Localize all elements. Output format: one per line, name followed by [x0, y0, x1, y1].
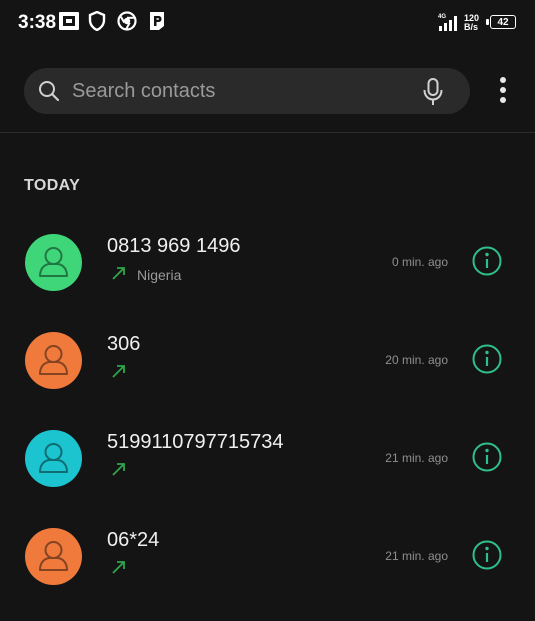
network-speed: 120 B/s: [464, 14, 479, 32]
person-icon: [39, 345, 68, 375]
call-number: 0813 969 1496: [107, 235, 241, 257]
person-icon: [39, 541, 68, 571]
call-time: 20 min. ago: [385, 353, 448, 367]
search-input[interactable]: [72, 68, 412, 114]
contact-avatar[interactable]: [25, 430, 82, 487]
info-icon[interactable]: [471, 539, 503, 576]
call-log-row[interactable]: 06*24 21 min. ago: [0, 523, 535, 621]
info-icon[interactable]: [471, 245, 503, 282]
person-icon: [39, 247, 68, 277]
signal-strength-icon: 4G: [438, 12, 460, 37]
call-time: 21 min. ago: [385, 451, 448, 465]
network-type-label: 4G: [438, 14, 446, 20]
search-bar[interactable]: [24, 68, 470, 114]
call-log-row[interactable]: 0813 969 1496 Nigeria 0 min. ago: [0, 229, 535, 327]
contact-avatar[interactable]: [25, 528, 82, 585]
outgoing-call-arrow-icon: [111, 461, 127, 482]
header-divider: [0, 132, 535, 133]
contact-avatar[interactable]: [25, 332, 82, 389]
contact-avatar[interactable]: [25, 234, 82, 291]
shield-icon: [88, 10, 106, 36]
battery-level: 42: [490, 15, 516, 29]
app-p-notification-icon: [148, 11, 166, 36]
call-location: Nigeria: [137, 267, 182, 283]
outgoing-call-arrow-icon: [111, 265, 127, 286]
outgoing-call-arrow-icon: [111, 559, 127, 580]
status-time: 3:38: [18, 12, 57, 33]
info-icon[interactable]: [471, 343, 503, 380]
search-icon: [38, 80, 60, 107]
call-log-row[interactable]: 306 20 min. ago: [0, 327, 535, 425]
microphone-icon[interactable]: [422, 77, 444, 112]
chrome-icon: [117, 11, 137, 36]
more-options-icon[interactable]: [498, 76, 508, 111]
battery-tip: [486, 19, 489, 25]
info-icon[interactable]: [471, 441, 503, 478]
status-bar: 3:38 4G 120 B/s 42: [0, 0, 535, 46]
call-log-row[interactable]: 5199110797715734 21 min. ago: [0, 425, 535, 523]
call-number: 06*24: [107, 529, 160, 551]
section-header-today: TODAY: [24, 177, 81, 194]
outgoing-call-arrow-icon: [111, 363, 127, 384]
call-number: 5199110797715734: [107, 431, 284, 453]
call-time: 21 min. ago: [385, 549, 448, 563]
screenshot-notification-icon: [58, 11, 80, 36]
call-time: 0 min. ago: [391, 255, 448, 269]
network-speed-unit: B/s: [464, 22, 479, 32]
person-icon: [39, 443, 68, 473]
call-number: 306: [107, 333, 141, 355]
